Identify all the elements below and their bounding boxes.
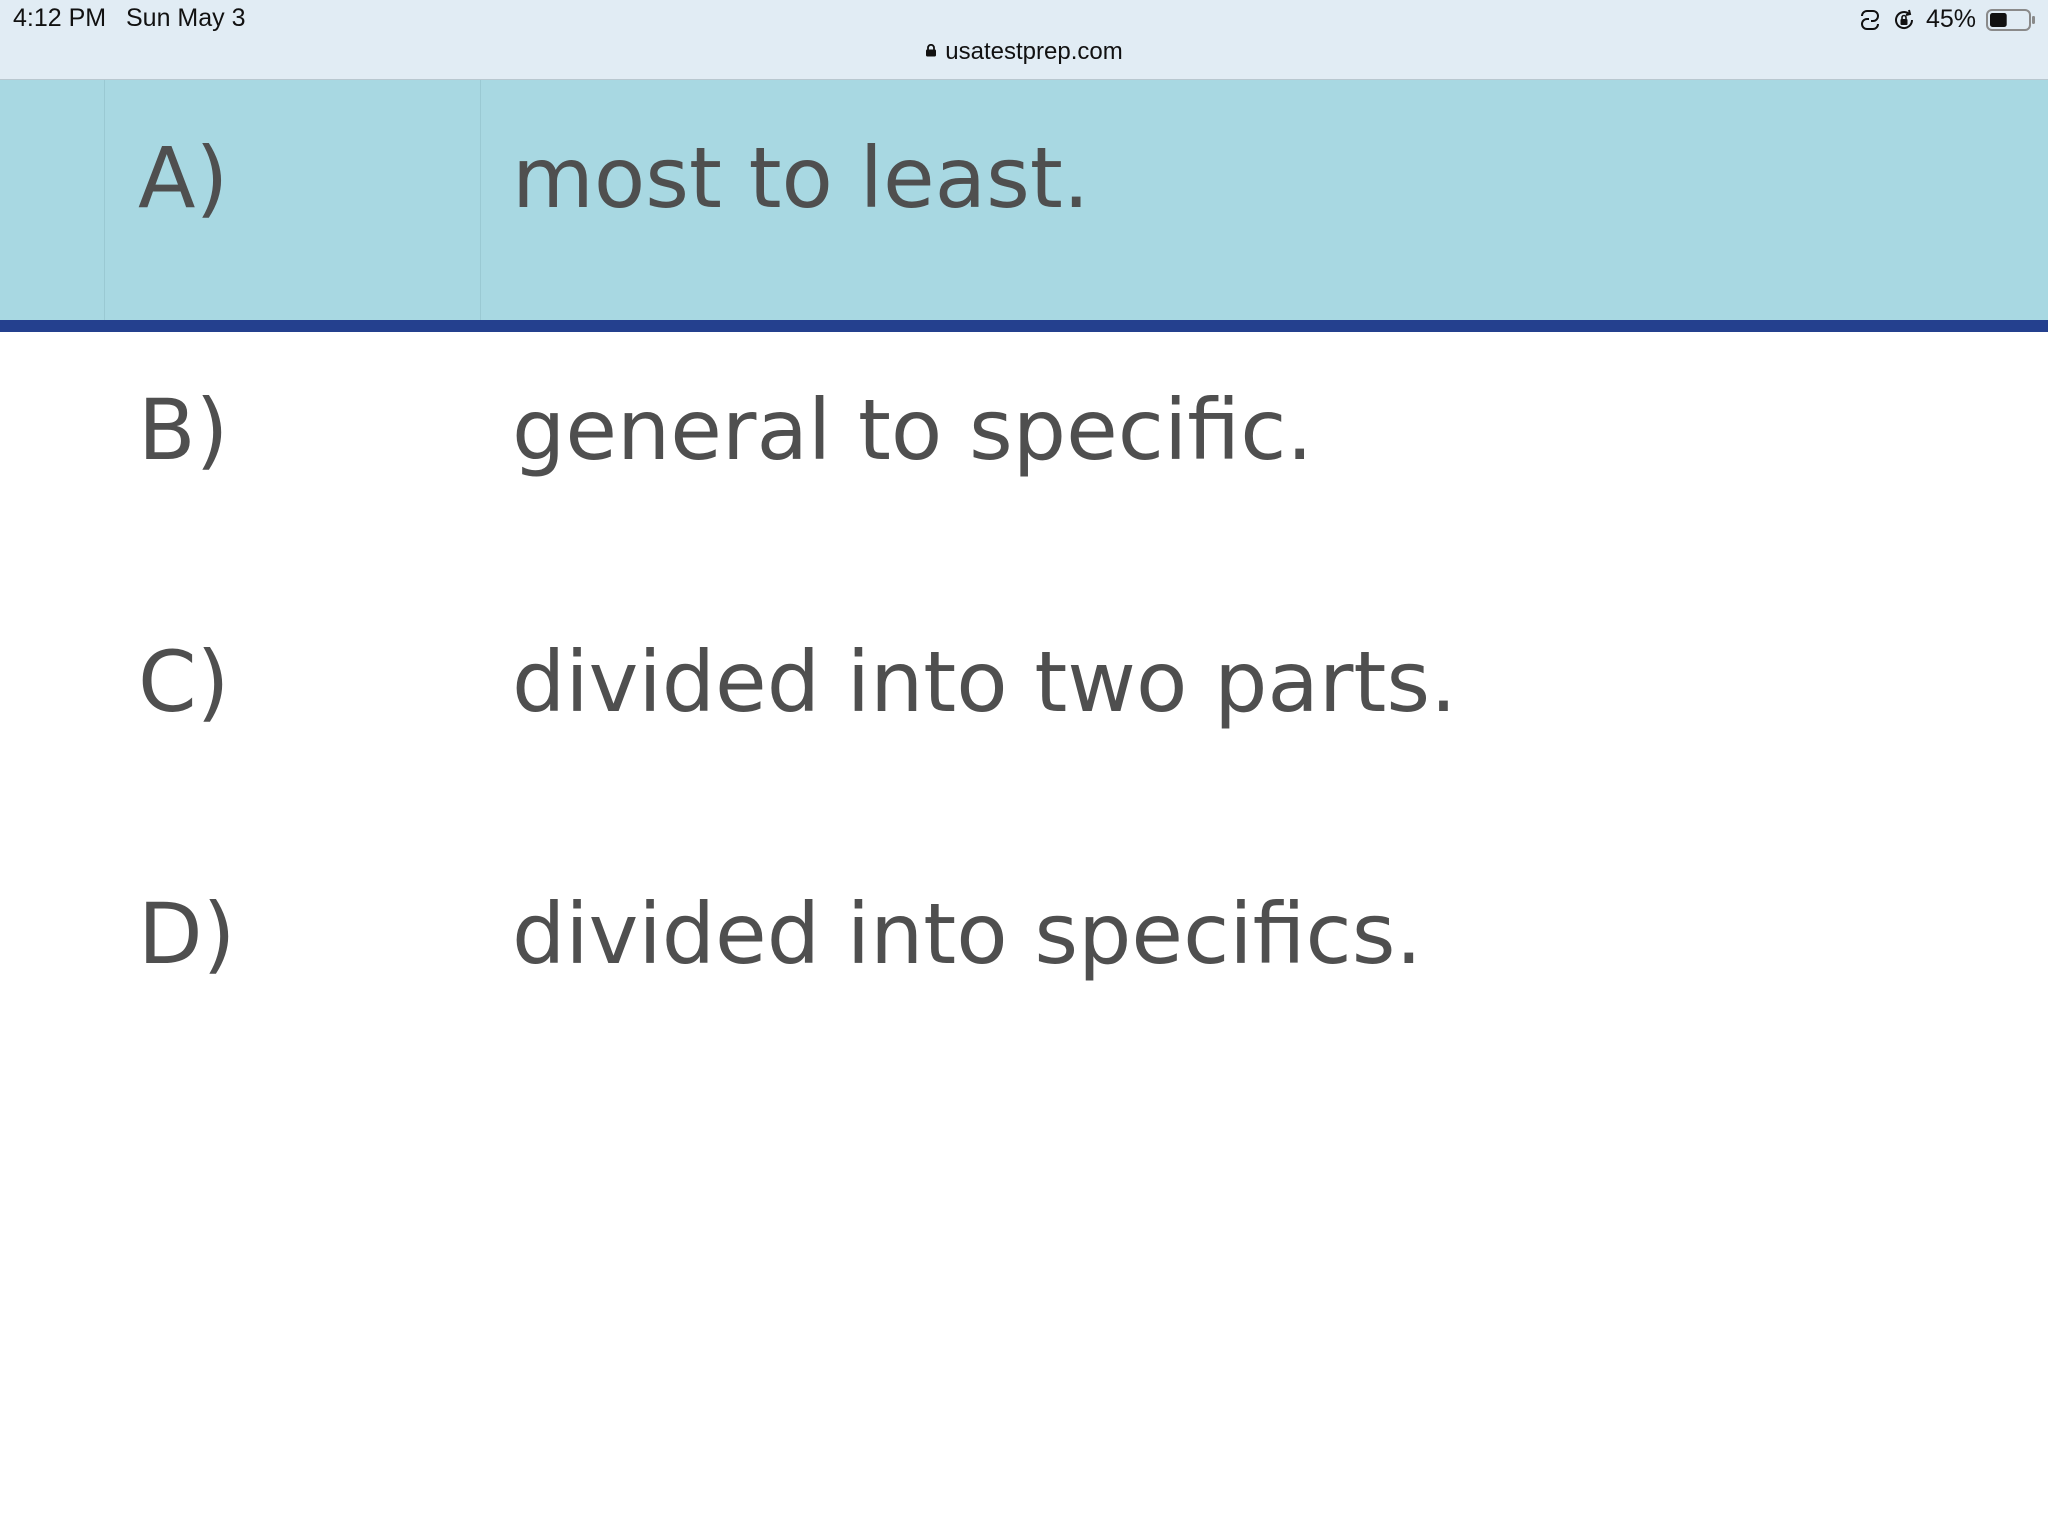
answer-text: divided into two parts.: [512, 633, 1457, 731]
url-text: usatestprep.com: [945, 38, 1123, 65]
answer-option-c[interactable]: C) divided into two parts.: [0, 584, 2048, 836]
answer-option-a[interactable]: A) most to least.: [0, 80, 2048, 332]
answer-letter: B): [138, 381, 229, 479]
answer-letter: C): [138, 633, 230, 731]
column-divider: [480, 80, 481, 320]
battery-icon: [1986, 8, 2035, 31]
answer-option-d[interactable]: D) divided into specifics.: [0, 836, 2048, 1088]
answer-letter: A): [138, 129, 229, 227]
address-bar[interactable]: usatestprep.com: [0, 38, 2048, 66]
status-indicators: 45%: [1858, 5, 2036, 34]
answer-option-b[interactable]: B) general to specific.: [0, 332, 2048, 584]
status-date: Sun May 3: [126, 4, 246, 32]
orientation-lock-icon: [1894, 9, 1913, 29]
status-time: 4:12 PM: [13, 4, 107, 32]
column-divider: [104, 80, 105, 320]
answer-text: most to least.: [512, 129, 1090, 227]
battery-percent: 45%: [1925, 5, 1976, 33]
status-bar: 4:12 PM Sun May 3 usatestprep.com 45%: [0, 0, 2048, 80]
answer-letter: D): [138, 885, 236, 983]
answer-text: divided into specifics.: [512, 885, 1423, 983]
screen-mirroring-icon: [1860, 9, 1879, 30]
lock-icon: [926, 44, 937, 57]
answer-text: general to specific.: [512, 381, 1314, 479]
answer-list: A) most to least. B) general to specific…: [0, 80, 2048, 1088]
